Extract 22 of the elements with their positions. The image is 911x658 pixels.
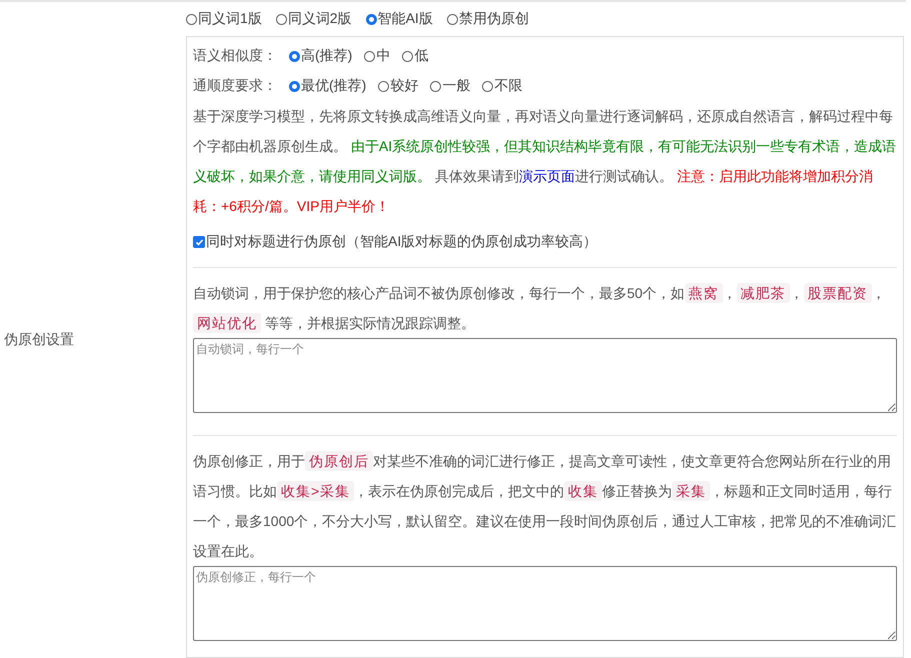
radio-option[interactable]: 中 — [364, 47, 390, 65]
radio-option[interactable]: 最优(推荐) — [289, 77, 366, 95]
lock-words-text: 自动锁词，用于保护您的核心产品词不被伪原创修改，每行一个，最多50个，如 燕窝 ， 减肥茶 ， 股票配资 ， 网站优化 等等，并根据实际情况跟踪调整。 — [193, 282, 887, 335]
radio-option[interactable]: 同义词2版 — [276, 10, 352, 28]
radio-option[interactable]: 同义词1版 — [186, 10, 262, 28]
title-rewrite-checkbox[interactable]: 同时对标题进行伪原创（智能AI版对标题的伪原创成功率较高） — [193, 233, 598, 251]
radio-option[interactable]: 高(推荐) — [289, 47, 352, 65]
section-label: 伪原创设置 — [4, 331, 74, 349]
radio-option[interactable]: 低 — [402, 47, 428, 65]
radio-option[interactable]: 禁用伪原创 — [446, 10, 529, 28]
check-icon — [194, 238, 204, 246]
radio-option[interactable]: 不限 — [482, 77, 522, 95]
radio-option[interactable]: 智能AI版 — [366, 10, 433, 28]
correction-field[interactable]: 伪原创修正，每行一个 — [193, 566, 897, 641]
correction-text: 伪原创修正，用于 伪原创后 对某些不准确的词汇进行修正，提高文章可读性，使文章更符合您网站所在行业的用语习惯。比如 收集>采集 ，表示在伪原创完成后，把文中的 收集 修正替换为 采集 ，标题和正文同时适用，每行一个，最多1000个，不分大小写，默认留空。建议在使用一段时间伪原创后，通过人工审核，把常见的不准确词汇设置在此。 — [193, 450, 897, 561]
lock-words-field[interactable]: 自动锁词，每行一个 — [193, 338, 897, 413]
description-text: 基于深度学习模型，先将原文转换成高维语义向量，再对语义向量进行逐词解码，还原成自然语言，解码过程中每个字都由机器原创生成。 由于AI系统原创性较强，但其知识结构毕竟有限，有可能无法识别一些专有术语，造成语义破坏，如果介意，请使用同义词版。 具体效果请到演示页面进行测试确认。 注意：启用此功能将增加积分消耗：+6积分/篇。VIP用户半价！ — [193, 107, 897, 216]
field-label: 通顺度要求： — [193, 77, 277, 95]
demo-page-link[interactable]: 演示页面 — [518, 168, 575, 184]
field-label: 语义相似度： — [193, 47, 277, 65]
radio-option[interactable]: 一般 — [430, 77, 470, 95]
radio-option[interactable]: 较好 — [378, 77, 418, 95]
